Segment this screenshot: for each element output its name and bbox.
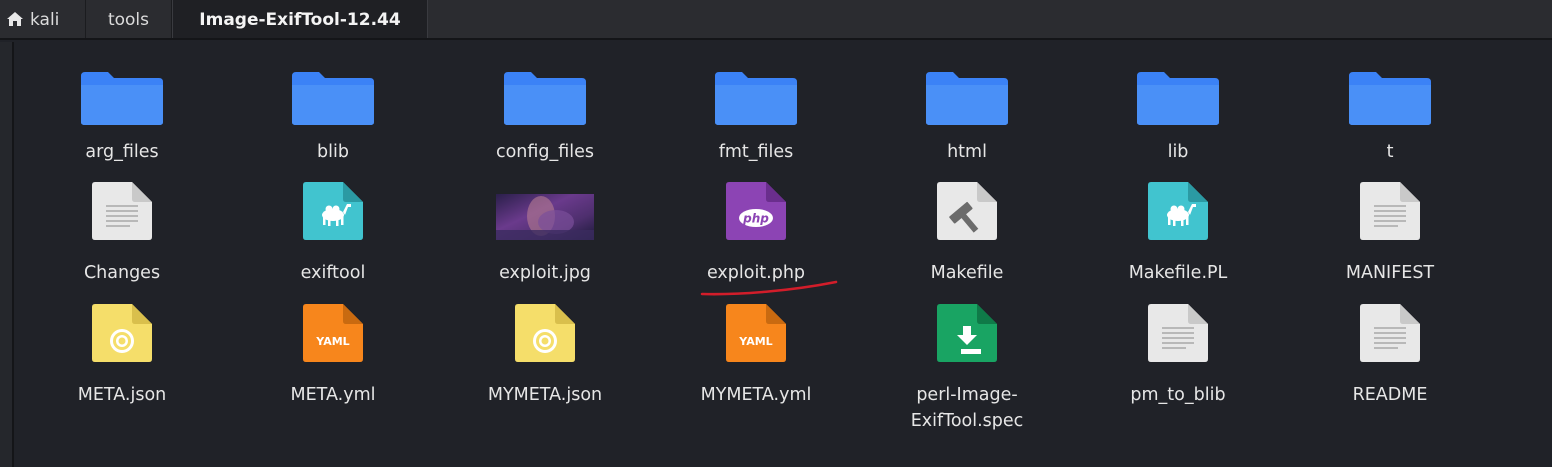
file-name-label: META.yml — [290, 385, 376, 405]
file-name-label: MANIFEST — [1345, 263, 1435, 283]
file-name-line: perl-Image- — [916, 385, 1018, 405]
file-name-label: Makefile.PL — [1128, 263, 1228, 283]
file-item[interactable]: html — [867, 42, 1067, 467]
file-item[interactable]: perl-Image- ExifTool.spec — [867, 42, 1067, 467]
file-name-label: exploit.jpg — [499, 263, 591, 283]
file-item[interactable]: MYMETA.json — [445, 42, 645, 467]
svg-text:php: php — [742, 212, 769, 226]
svg-text:YAML: YAML — [738, 335, 772, 348]
folder-icon — [1346, 70, 1434, 130]
file-item[interactable]: YAML MYMETA.yml — [656, 42, 856, 467]
file-name-label: README — [1352, 385, 1428, 405]
perl-file-icon — [1146, 182, 1210, 244]
file-item[interactable]: arg_files — [22, 42, 222, 467]
folder-icon — [289, 70, 377, 130]
home-icon — [7, 12, 23, 26]
breadcrumb-kali[interactable]: kali — [0, 0, 86, 38]
yaml-file-icon: YAML — [724, 304, 788, 366]
file-name-label: blib — [317, 142, 349, 162]
folder-icon — [1134, 70, 1222, 130]
text-file-icon — [1358, 304, 1422, 366]
file-item[interactable]: lib — [1078, 42, 1278, 467]
file-name-label: perl-Image- ExifTool.spec — [867, 382, 1067, 434]
breadcrumb-label: tools — [107, 10, 150, 30]
file-name-label: lib — [1167, 142, 1189, 162]
json-file-icon — [513, 304, 577, 366]
json-file-icon — [90, 304, 154, 366]
file-name-label: t — [1386, 142, 1394, 162]
file-name-line: ExifTool.spec — [910, 411, 1024, 431]
file-name-label: MYMETA.json — [487, 385, 603, 405]
file-name-label: MYMETA.yml — [700, 385, 812, 405]
file-item[interactable]: Changes — [22, 42, 222, 467]
file-item[interactable]: Makefile — [867, 42, 1067, 467]
path-bar: kali tools Image-ExifTool-12.44 — [0, 0, 1552, 40]
file-name-label: META.json — [77, 385, 167, 405]
file-item[interactable]: exiftool — [233, 42, 433, 467]
red-underline-annotation — [700, 280, 838, 296]
text-file-icon — [1146, 304, 1210, 366]
php-file-icon: php — [724, 182, 788, 244]
file-name-label: config_files — [495, 142, 595, 162]
file-name-label: Changes — [83, 263, 161, 283]
file-name-label: pm_to_blib — [1130, 385, 1226, 405]
file-name-label: html — [947, 142, 987, 162]
file-item[interactable]: pm_to_blib — [1078, 42, 1278, 467]
text-file-icon — [90, 182, 154, 244]
file-item[interactable]: YAML META.yml — [233, 42, 433, 467]
file-item[interactable]: blib — [233, 42, 433, 467]
file-item[interactable]: config_files — [445, 42, 645, 467]
file-item[interactable]: META.json — [22, 42, 222, 467]
spec-package-icon — [935, 304, 999, 366]
text-file-icon — [1358, 182, 1422, 244]
breadcrumb-label: Image-ExifTool-12.44 — [199, 10, 401, 30]
folder-icon — [501, 70, 589, 130]
breadcrumb-current-folder[interactable]: Image-ExifTool-12.44 — [172, 0, 428, 38]
folder-icon — [78, 70, 166, 130]
svg-text:YAML: YAML — [315, 335, 349, 348]
makefile-icon — [935, 182, 999, 244]
file-item[interactable]: README — [1290, 42, 1490, 467]
image-thumbnail-icon — [496, 194, 594, 244]
folder-icon — [712, 70, 800, 130]
file-name-label: exiftool — [300, 263, 366, 283]
perl-file-icon — [301, 182, 365, 244]
breadcrumb-tools[interactable]: tools — [86, 0, 172, 38]
folder-icon — [923, 70, 1011, 130]
file-name-label: arg_files — [85, 142, 159, 162]
yaml-file-icon: YAML — [301, 304, 365, 366]
file-item[interactable]: Makefile.PL — [1078, 42, 1278, 467]
file-grid: arg_files blib config_files fmt_files html li… — [0, 42, 1552, 467]
file-name-label: fmt_files — [718, 142, 794, 162]
file-item[interactable]: t — [1290, 42, 1490, 467]
file-item[interactable]: php exploit.php — [656, 42, 856, 467]
breadcrumb-label: kali — [30, 10, 60, 30]
file-item[interactable]: exploit.jpg — [445, 42, 645, 467]
file-name-label: Makefile — [930, 263, 1004, 283]
file-item[interactable]: MANIFEST — [1290, 42, 1490, 467]
file-item[interactable]: fmt_files — [656, 42, 856, 467]
